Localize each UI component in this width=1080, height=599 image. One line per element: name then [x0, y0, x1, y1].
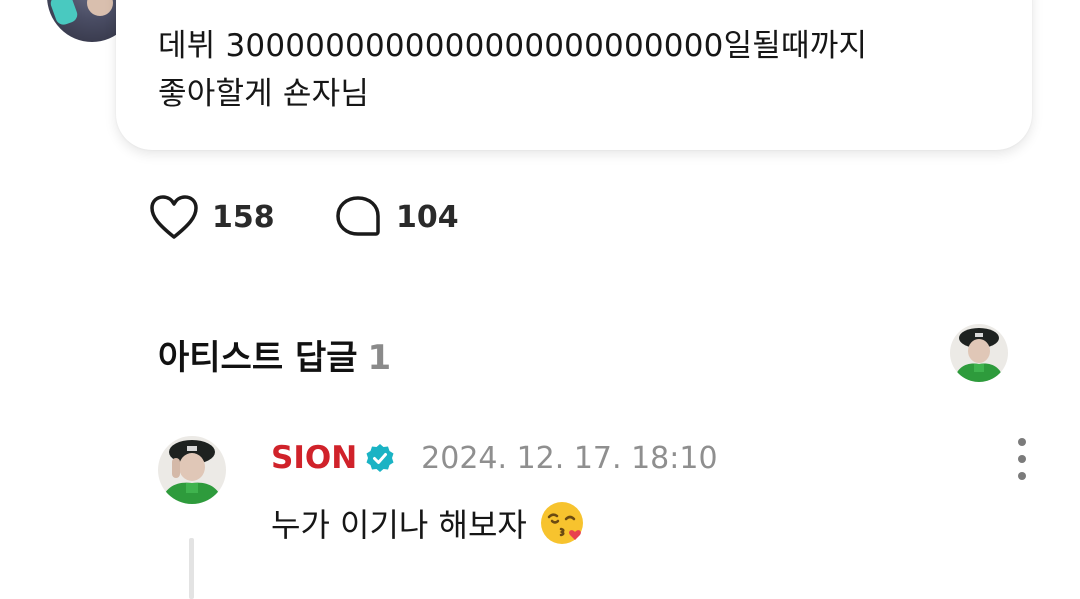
reply-content: 누가 이기나 해보자 — [271, 500, 585, 546]
comment-bubble-icon — [332, 192, 384, 242]
reply-author-name[interactable]: SION — [271, 440, 357, 476]
comment-count: 104 — [396, 199, 459, 235]
reply-thread-line — [189, 538, 194, 599]
post-text: 데뷔 3000000000000000000000000일될때까지 좋아할게 숀… — [158, 28, 868, 112]
artist-replies-count: 1 — [367, 338, 392, 378]
like-button[interactable]: 158 — [148, 192, 275, 242]
verified-badge-icon — [365, 443, 395, 473]
post-detail-screen: 데뷔 3000000000000000000000000일될때까지 좋아할게 숀… — [0, 0, 1080, 599]
more-vertical-icon[interactable] — [1006, 438, 1038, 480]
artist-avatar-small[interactable] — [950, 324, 1008, 382]
artist-replies-heading: 아티스트 답글 1 — [158, 330, 391, 379]
reply-author-avatar[interactable] — [158, 436, 226, 504]
reply-text: 누가 이기나 해보자 — [271, 506, 527, 544]
artist-replies-title: 아티스트 답글 — [158, 338, 358, 378]
heart-icon — [148, 192, 200, 242]
reply-timestamp: 2024. 12. 17. 18:10 — [421, 440, 718, 476]
kiss-face-emoji-icon — [539, 500, 585, 546]
reply-header: SION 2024. 12. 17. 18:10 — [271, 440, 718, 476]
like-count: 158 — [212, 199, 275, 235]
comment-button[interactable]: 104 — [332, 192, 459, 242]
